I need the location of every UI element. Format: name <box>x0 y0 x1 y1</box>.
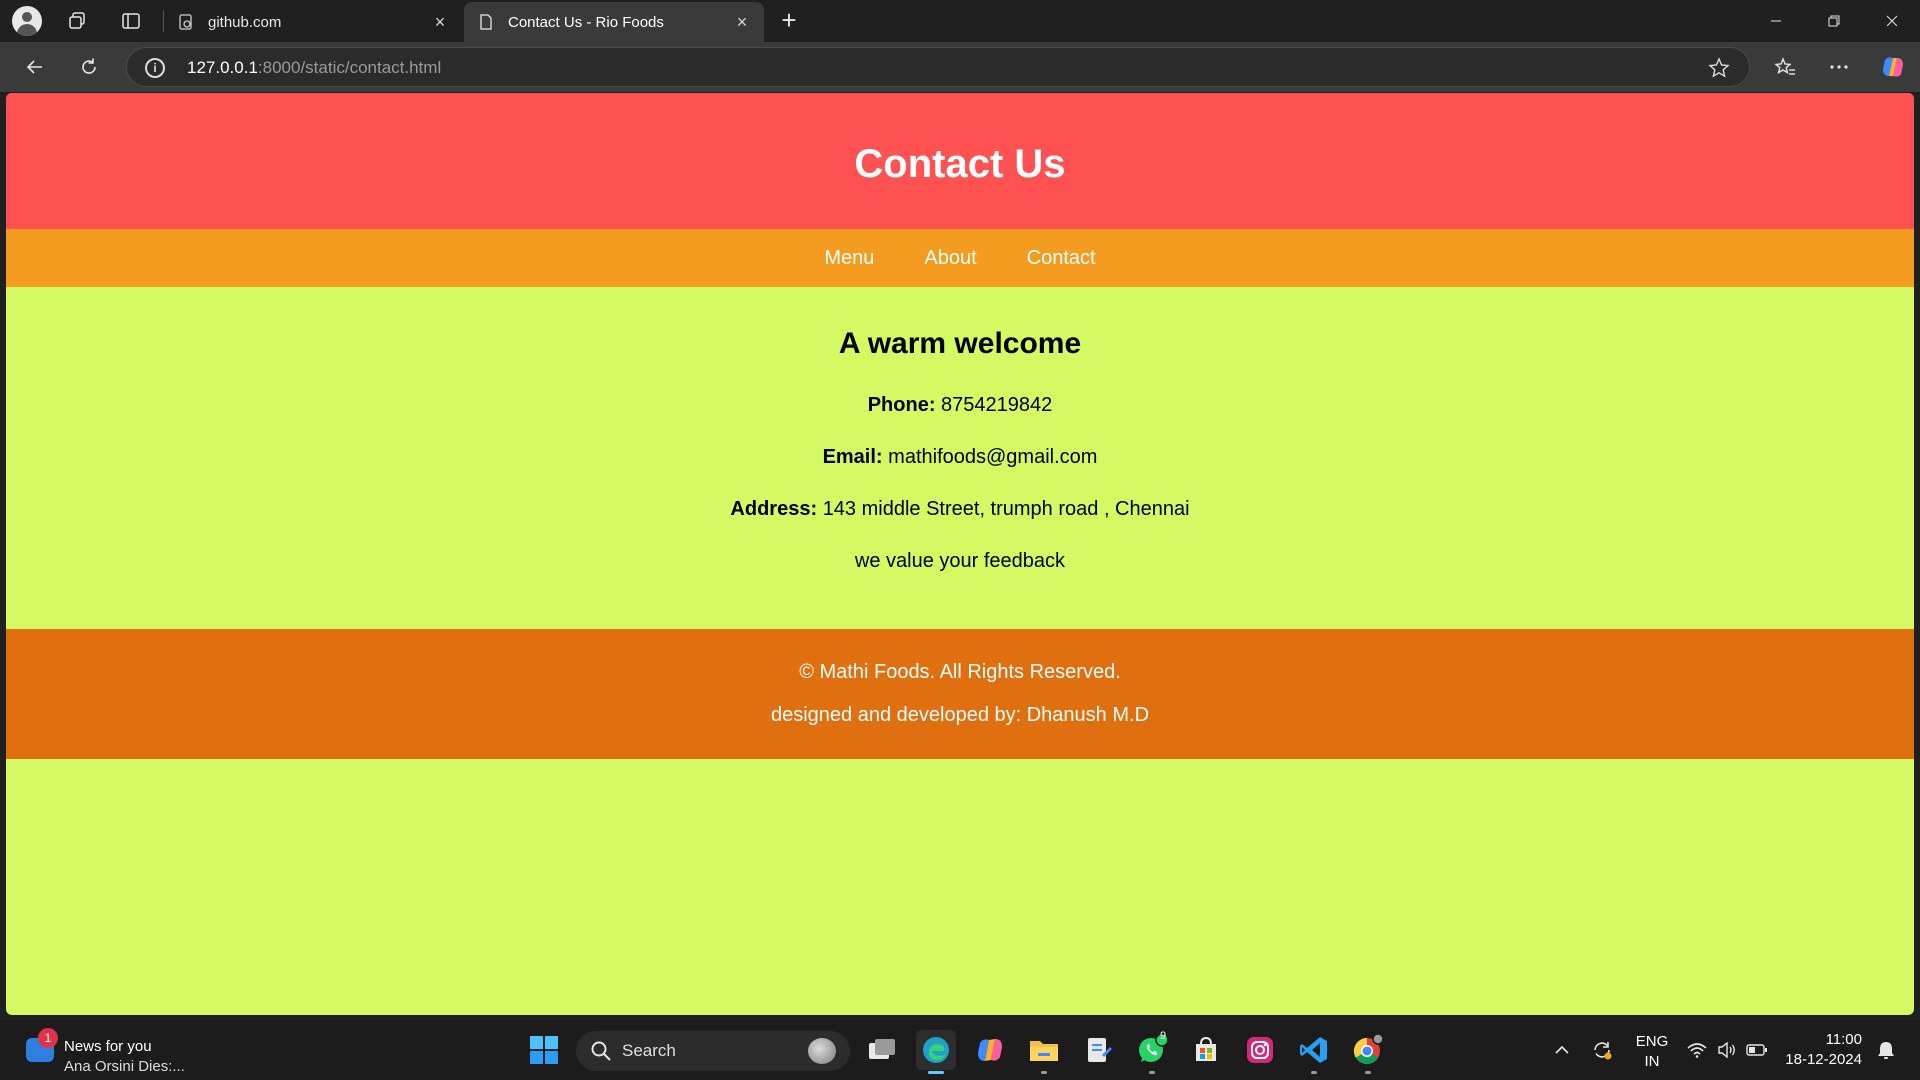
address-value: 143 middle Street, trumph road , Chennai <box>822 498 1190 520</box>
close-tab-icon[interactable]: × <box>732 12 752 32</box>
active-indicator <box>928 1071 944 1074</box>
taskbar: 1 News for you Ana Orsini Dies:... Searc… <box>0 1020 1920 1080</box>
system-clock[interactable]: 11:00 18-12-2024 <box>1782 1030 1862 1070</box>
vertical-tabs-icon[interactable] <box>116 6 146 36</box>
welcome-heading: A warm welcome <box>838 327 1082 360</box>
running-indicator <box>1311 1071 1317 1074</box>
sync-icon[interactable] <box>1588 1020 1616 1080</box>
email-label: Email: <box>822 446 883 468</box>
file-explorer-icon[interactable] <box>1024 1030 1064 1074</box>
language-code: ENG <box>1635 1033 1669 1050</box>
address-bar[interactable]: i 127.0.0.1:8000/static/contact.html <box>126 47 1750 87</box>
notepad-icon[interactable] <box>1078 1030 1118 1070</box>
clock-date: 18-12-2024 <box>1785 1051 1862 1068</box>
new-tab-button[interactable]: + <box>776 7 802 34</box>
back-button[interactable] <box>18 50 52 84</box>
phone-label: Phone: <box>867 394 936 416</box>
chrome-icon[interactable] <box>1348 1030 1388 1074</box>
news-badge: 1 <box>38 1028 58 1048</box>
copilot-icon[interactable] <box>1876 50 1910 84</box>
nav-link-menu[interactable]: Menu <box>824 247 874 270</box>
news-subtitle: Ana Orsini Dies:... <box>64 1058 185 1075</box>
restore-button[interactable] <box>1806 0 1862 42</box>
github-favicon-icon <box>178 14 194 30</box>
url-path: :8000/static/contact.html <box>257 58 442 77</box>
close-tab-icon[interactable]: × <box>430 12 450 32</box>
vscode-icon[interactable] <box>1294 1030 1334 1074</box>
url-host: 127.0.0.1 <box>187 58 258 77</box>
page-title: Contact Us <box>854 141 1066 186</box>
more-options-icon[interactable] <box>1822 50 1856 84</box>
nav-link-contact[interactable]: Contact <box>1027 247 1096 270</box>
news-widget[interactable]: 1 News for you Ana Orsini Dies:... <box>22 1028 222 1075</box>
running-indicator <box>1365 1071 1371 1074</box>
site-header: Contact Us <box>6 93 1914 229</box>
contact-section: A warm welcome Phone: 8754219842 Email: … <box>6 287 1914 623</box>
region-code: IN <box>1644 1053 1660 1070</box>
workspaces-icon[interactable] <box>62 6 92 36</box>
profile-icon[interactable] <box>12 6 42 36</box>
page-favicon-icon <box>478 14 494 30</box>
site-footer: © Mathi Foods. All Rights Reserved. desi… <box>6 629 1914 759</box>
tab-github[interactable]: github.com × <box>164 2 462 42</box>
address-line: Address: 143 middle Street, trumph road … <box>6 498 1914 521</box>
news-title: News for you <box>64 1038 152 1055</box>
search-icon <box>590 1040 612 1062</box>
tab-title: Contact Us - Rio Foods <box>508 13 664 31</box>
close-window-button[interactable] <box>1864 0 1920 42</box>
email-value: mathifoods@gmail.com <box>888 446 1098 468</box>
phone-value: 8754219842 <box>941 394 1053 416</box>
footer-copyright: © Mathi Foods. All Rights Reserved. <box>799 661 1121 683</box>
footer-credit: designed and developed by: Dhanush M.D <box>770 704 1150 726</box>
language-indicator[interactable]: ENG IN <box>1632 1032 1672 1072</box>
copilot-app-icon[interactable] <box>970 1030 1010 1070</box>
site-nav: Menu About Contact <box>6 229 1914 287</box>
tab-title: github.com <box>208 13 282 31</box>
edge-icon[interactable] <box>916 1030 956 1074</box>
running-indicator <box>1041 1071 1047 1074</box>
phone-line: Phone: 8754219842 <box>6 394 1914 417</box>
clock-time: 11:00 <box>1825 1031 1862 1048</box>
notification-bell-icon[interactable] <box>1872 1020 1900 1080</box>
search-highlight-icon <box>808 1038 836 1064</box>
minimize-button[interactable] <box>1748 0 1804 42</box>
favorites-icon[interactable] <box>1768 50 1802 84</box>
wifi-icon[interactable] <box>1684 1020 1710 1080</box>
favorite-star-icon[interactable] <box>1707 56 1731 80</box>
task-view-icon[interactable] <box>862 1030 902 1070</box>
running-indicator <box>1149 1071 1155 1074</box>
site-info-icon[interactable]: i <box>145 58 165 78</box>
url-text[interactable]: 127.0.0.1:8000/static/contact.html <box>187 58 441 78</box>
search-label: Search <box>622 1041 676 1060</box>
whatsapp-badge: 9 <box>1160 1030 1167 1042</box>
nav-link-about[interactable]: About <box>924 247 976 270</box>
battery-icon[interactable] <box>1744 1020 1770 1080</box>
taskbar-search[interactable]: Search <box>576 1031 850 1071</box>
tab-contact[interactable]: Contact Us - Rio Foods × <box>464 2 764 42</box>
email-line: Email: mathifoods@gmail.com <box>6 446 1914 469</box>
feedback-text: we value your feedback <box>854 550 1066 572</box>
microsoft-store-icon[interactable] <box>1186 1030 1226 1070</box>
start-button[interactable] <box>524 1030 564 1070</box>
whatsapp-icon[interactable]: 9 <box>1132 1030 1172 1074</box>
refresh-button[interactable] <box>72 50 106 84</box>
volume-icon[interactable] <box>1714 1020 1740 1080</box>
address-label: Address: <box>730 498 818 520</box>
page-viewport: Contact Us Menu About Contact A warm wel… <box>6 93 1914 1015</box>
show-hidden-icons-icon[interactable] <box>1550 1020 1574 1080</box>
browser-toolbar: i 127.0.0.1:8000/static/contact.html <box>0 42 1920 92</box>
browser-title-bar: github.com × Contact Us - Rio Foods × + <box>0 0 1920 42</box>
instagram-icon[interactable] <box>1240 1030 1280 1070</box>
